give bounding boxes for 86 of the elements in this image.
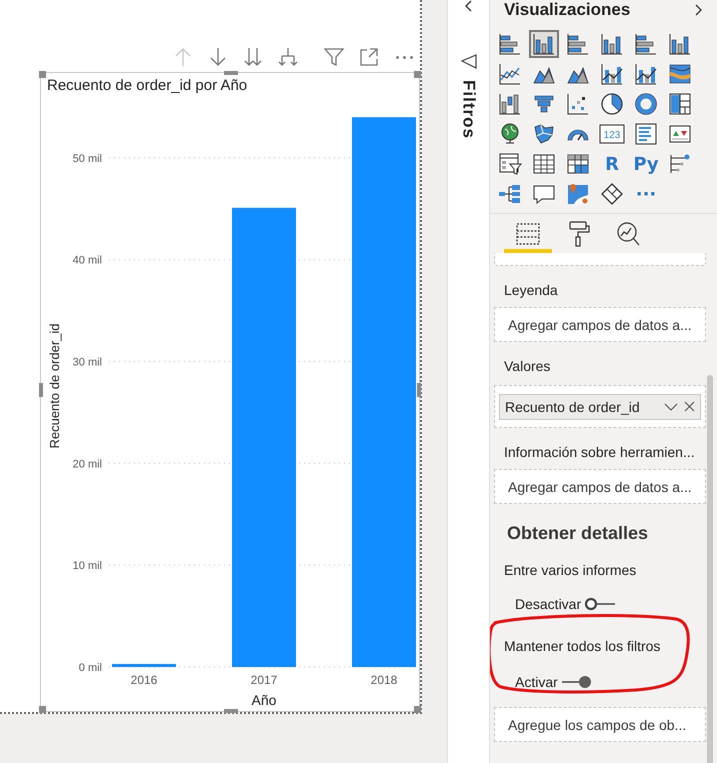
x-tick-label: 2017 — [250, 673, 278, 687]
branch-arrows-icon — [277, 46, 299, 68]
expand-button[interactable] — [277, 46, 299, 68]
ribbon-chart-icon — [668, 62, 692, 86]
toggle-label: Activar — [515, 674, 558, 690]
table-icon — [532, 152, 556, 176]
resize-handle[interactable] — [417, 383, 421, 397]
field-well[interactable]: Agregar campos de datos a... — [494, 307, 706, 342]
y-axis-title: Recuento de order_id — [47, 323, 62, 449]
resize-handle[interactable] — [39, 383, 43, 397]
chart-bar[interactable] — [112, 664, 176, 667]
x-tick-label: 2018 — [370, 673, 398, 687]
y-tick-label: 50 mil — [72, 152, 102, 165]
visual-type-button[interactable]: R — [597, 150, 627, 178]
more-icon — [396, 56, 412, 58]
y-tick-label: 10 mil — [72, 560, 102, 572]
field-well[interactable] — [494, 253, 706, 266]
diamond-icon — [600, 182, 624, 206]
bar-chart-icon — [498, 32, 522, 56]
y-tick-label: 0 mil — [78, 662, 102, 674]
field-name: Recuento de order_id — [505, 398, 641, 414]
field-well[interactable]: Agregue los campos de ob... — [494, 707, 706, 742]
field-well-label: Mantener todos los filtros — [503, 637, 662, 656]
line-chart-icon — [498, 62, 522, 86]
field-well-label: Información sobre herramien... — [503, 443, 696, 462]
column-chart-icon — [668, 32, 692, 56]
visual-type-button[interactable] — [529, 30, 559, 58]
combo-chart-icon — [634, 62, 658, 86]
filter-button[interactable] — [323, 46, 345, 68]
waterfall-chart-icon — [498, 92, 522, 116]
y-tick-label: 30 mil — [72, 356, 102, 369]
decomposition-tree-icon — [498, 182, 522, 206]
chevron-right-icon[interactable] — [693, 4, 703, 16]
scatter-chart-icon — [566, 92, 590, 116]
toggle-switch[interactable] — [584, 597, 616, 611]
toggle-switch[interactable] — [560, 675, 593, 689]
slicer-icon — [498, 152, 522, 176]
pane-title: Visualizaciones — [504, 0, 630, 20]
filter-icon — [323, 46, 345, 68]
multi-row-card-icon — [634, 122, 658, 146]
key-influencers-icon — [668, 152, 692, 176]
resize-handle[interactable] — [39, 71, 46, 78]
y-tick-label: 20 mil — [72, 458, 102, 470]
filters-pane-title[interactable]: Filtros — [458, 80, 478, 139]
field-well-placeholder: Agregar campos de datos a... — [508, 478, 692, 494]
visual-type-button[interactable]: ··· — [631, 180, 661, 208]
bar-chart-icon — [634, 32, 658, 56]
field-well-placeholder: Agregue los campos de ob... — [508, 716, 686, 732]
pie-chart-icon — [600, 92, 624, 116]
x-axis-title: Año — [252, 692, 276, 708]
field-well-label: Entre varios informes — [503, 561, 638, 580]
expand-icon — [358, 46, 380, 68]
resize-handle[interactable] — [414, 706, 421, 713]
section-heading: Obtener detalles — [506, 522, 650, 545]
matrix-icon — [566, 152, 590, 176]
map-pin-icon — [566, 182, 590, 206]
field-well-label: Leyenda — [503, 281, 559, 300]
scrollbar[interactable] — [707, 375, 713, 763]
column-chart-icon — [600, 32, 624, 56]
resize-handle[interactable] — [224, 709, 238, 713]
y-tick-label: 40 mil — [72, 254, 102, 267]
toggle-label: Desactivar — [515, 596, 582, 612]
chart-visual[interactable]: Recuento de order_id por Año 50 mil 40 mil 30 mil 20 mil 10 mil 0 mil 2016 2017 2018 Año Recuento de order_id — [40, 72, 420, 712]
donut-chart-icon — [634, 92, 658, 116]
resize-handle[interactable] — [224, 71, 238, 75]
treemap-icon — [668, 92, 692, 116]
close-icon[interactable] — [684, 401, 695, 412]
field-chip[interactable]: Recuento de order_id — [499, 394, 701, 420]
filter-icon — [460, 54, 476, 72]
focus-button[interactable] — [358, 46, 380, 68]
field-well[interactable]: Agregar campos de datos a... — [494, 469, 706, 504]
chevron-down-icon[interactable] — [664, 402, 678, 412]
resize-handle[interactable] — [39, 706, 46, 713]
x-tick-label: 2016 — [130, 673, 158, 687]
combo-chart-icon — [600, 62, 624, 86]
resize-handle[interactable] — [414, 71, 421, 78]
map-icon — [532, 122, 556, 146]
bar-chart-icon — [566, 32, 590, 56]
next-level-button[interactable] — [242, 46, 264, 68]
double-arrow-down-icon — [242, 46, 264, 68]
visual-type-button[interactable]: Py — [631, 150, 661, 178]
field-well-placeholder: Agregar campos de datos a... — [508, 316, 692, 332]
field-well-label: Valores — [503, 357, 552, 376]
chevron-left-icon[interactable] — [464, 0, 474, 12]
column-chart-icon — [532, 32, 556, 56]
chart-title: Recuento de order_id por Año — [47, 77, 248, 94]
